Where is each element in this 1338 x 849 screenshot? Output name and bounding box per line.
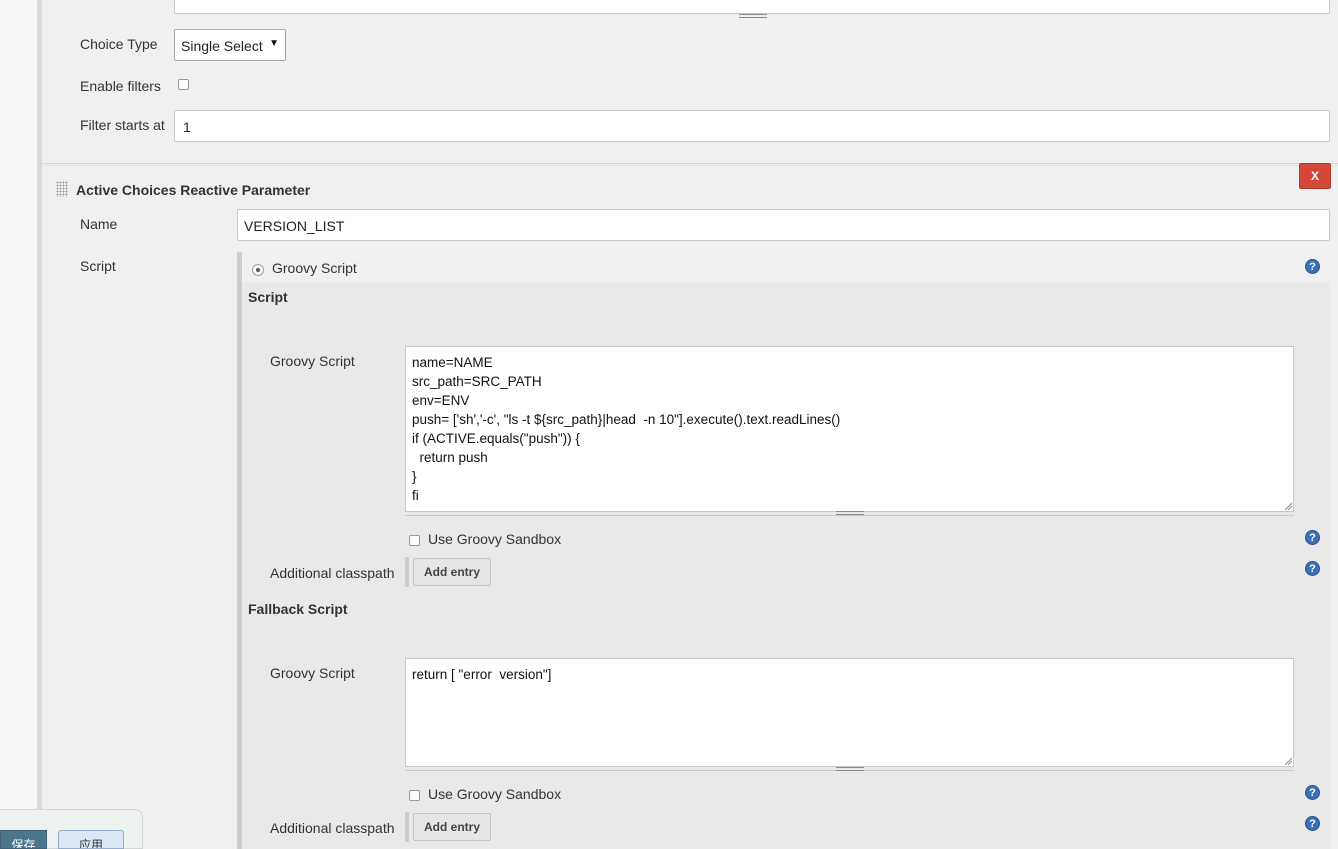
section-divider [43, 163, 1338, 164]
choice-type-label: Choice Type [80, 36, 158, 52]
groovy-script-editor[interactable]: name=NAME src_path=SRC_PATH env=ENV push… [405, 346, 1294, 512]
name-value: VERSION_LIST [244, 218, 345, 234]
name-label: Name [80, 216, 118, 232]
groovy-script-label: Groovy Script [270, 353, 355, 369]
fallback-resize-grip[interactable] [836, 767, 864, 772]
fallback-add-entry-button[interactable]: Add entry [413, 813, 491, 841]
enable-filters-label: Enable filters [80, 78, 161, 94]
fallback-script-editor[interactable]: return [ "error version"] [405, 658, 1294, 767]
chevron-down-icon: ▼ [269, 38, 279, 49]
section-divider-highlight [43, 165, 1338, 166]
classpath-nesting-bar [405, 557, 409, 587]
left-sidebar [0, 0, 37, 849]
filter-starts-value: 1 [183, 119, 191, 135]
groovy-script-radio-label: Groovy Script [272, 260, 357, 276]
enable-filters-checkbox[interactable] [178, 79, 189, 90]
fallback-classpath-nesting-bar [405, 812, 409, 842]
add-entry-button[interactable]: Add entry [413, 558, 491, 586]
resize-corner-icon[interactable] [1284, 757, 1292, 765]
previous-param-textarea[interactable] [174, 0, 1330, 14]
fallback-additional-classpath-label: Additional classpath [270, 820, 395, 836]
name-input[interactable]: VERSION_LIST [237, 209, 1330, 241]
filter-starts-label: Filter starts at [80, 117, 165, 133]
additional-classpath-label: Additional classpath [270, 565, 395, 581]
use-sandbox-checkbox[interactable] [409, 535, 420, 546]
choice-type-value: Single Select [181, 38, 263, 54]
apply-button[interactable]: 应用 [58, 830, 124, 849]
choice-type-select[interactable]: Single Select ▼ [174, 29, 286, 61]
script-resize-grip[interactable] [836, 511, 864, 516]
fallback-use-sandbox-checkbox[interactable] [409, 790, 420, 801]
help-icon[interactable]: ? [1305, 816, 1320, 831]
save-button[interactable]: 保存 [0, 830, 47, 849]
fallback-use-sandbox-label: Use Groovy Sandbox [428, 786, 562, 802]
groovy-script-code: name=NAME src_path=SRC_PATH env=ENV push… [412, 355, 841, 503]
fallback-section-heading: Fallback Script [248, 601, 348, 617]
textarea-resize-grip[interactable] [739, 14, 767, 19]
fallback-groovy-script-label: Groovy Script [270, 665, 355, 681]
filter-starts-input[interactable]: 1 [174, 110, 1330, 142]
resize-corner-icon[interactable] [1284, 502, 1292, 510]
help-icon[interactable]: ? [1305, 530, 1320, 545]
use-sandbox-label: Use Groovy Sandbox [428, 531, 562, 547]
delete-param-button[interactable]: X [1299, 163, 1331, 189]
groovy-script-radio[interactable] [252, 264, 264, 276]
fallback-script-code: return [ "error version"] [412, 667, 552, 682]
script-section-heading: Script [248, 289, 288, 305]
help-icon[interactable]: ? [1305, 561, 1320, 576]
script-label: Script [80, 258, 116, 274]
param-title: Active Choices Reactive Parameter [76, 182, 311, 198]
drag-handle-icon[interactable] [56, 181, 68, 197]
help-icon[interactable]: ? [1305, 259, 1320, 274]
help-icon[interactable]: ? [1305, 785, 1320, 800]
